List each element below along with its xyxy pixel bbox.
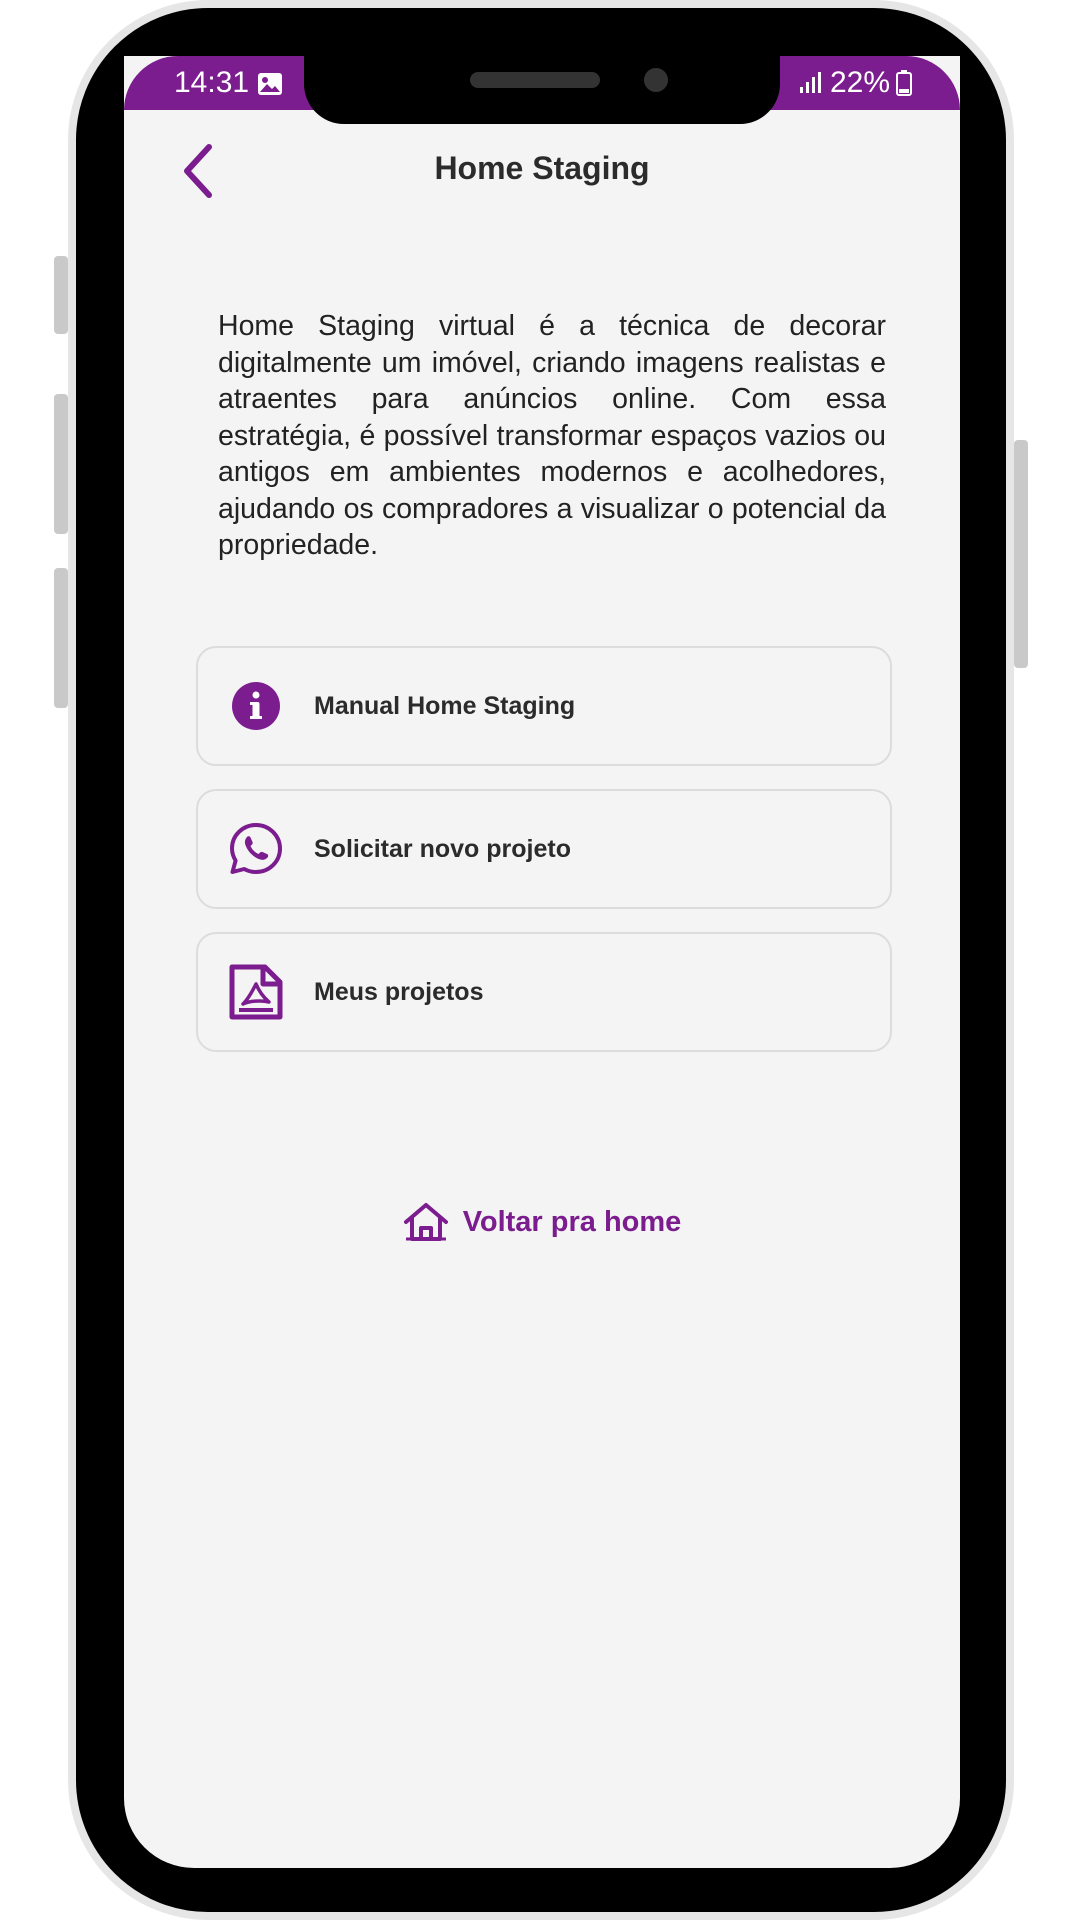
menu-item-manual[interactable]: Manual Home Staging: [196, 646, 892, 766]
header: Home Staging: [124, 126, 960, 216]
menu-item-label: Solicitar novo projeto: [314, 834, 571, 863]
pdf-file-icon: [228, 964, 284, 1020]
menu-item-label: Meus projetos: [314, 977, 484, 1006]
home-link-label: Voltar pra home: [462, 1205, 682, 1238]
menu-list: Manual Home Staging Solicitar novo proje…: [196, 646, 892, 1075]
menu-item-my-projects[interactable]: Meus projetos: [196, 932, 892, 1052]
front-camera: [644, 68, 668, 92]
menu-item-label: Manual Home Staging: [314, 691, 576, 720]
menu-item-new-project[interactable]: Solicitar novo projeto: [196, 789, 892, 909]
battery-percentage: 22%: [829, 66, 890, 99]
back-to-home-link[interactable]: Voltar pra home: [124, 1202, 960, 1242]
earpiece-speaker: [470, 72, 600, 88]
info-icon: [228, 678, 284, 734]
volume-down-side-button: [54, 394, 68, 534]
app-screen: 14:31 22% Home Staging Home Staging virt…: [124, 56, 960, 1868]
whatsapp-icon: [228, 821, 284, 877]
battery-icon: [896, 70, 912, 96]
image-icon: [258, 73, 282, 95]
signal-icon: [799, 72, 821, 93]
power-side-button: [1014, 440, 1028, 668]
bixby-side-button: [54, 568, 68, 708]
status-right-group: 22%: [790, 66, 912, 100]
home-icon: [403, 1203, 448, 1241]
description-text: Home Staging virtual é a técnica de deco…: [218, 310, 886, 561]
camera-notch: [304, 56, 780, 124]
status-time: 14:31: [174, 66, 250, 99]
volume-up-side-button: [54, 256, 68, 334]
page-title: Home Staging: [434, 150, 650, 186]
